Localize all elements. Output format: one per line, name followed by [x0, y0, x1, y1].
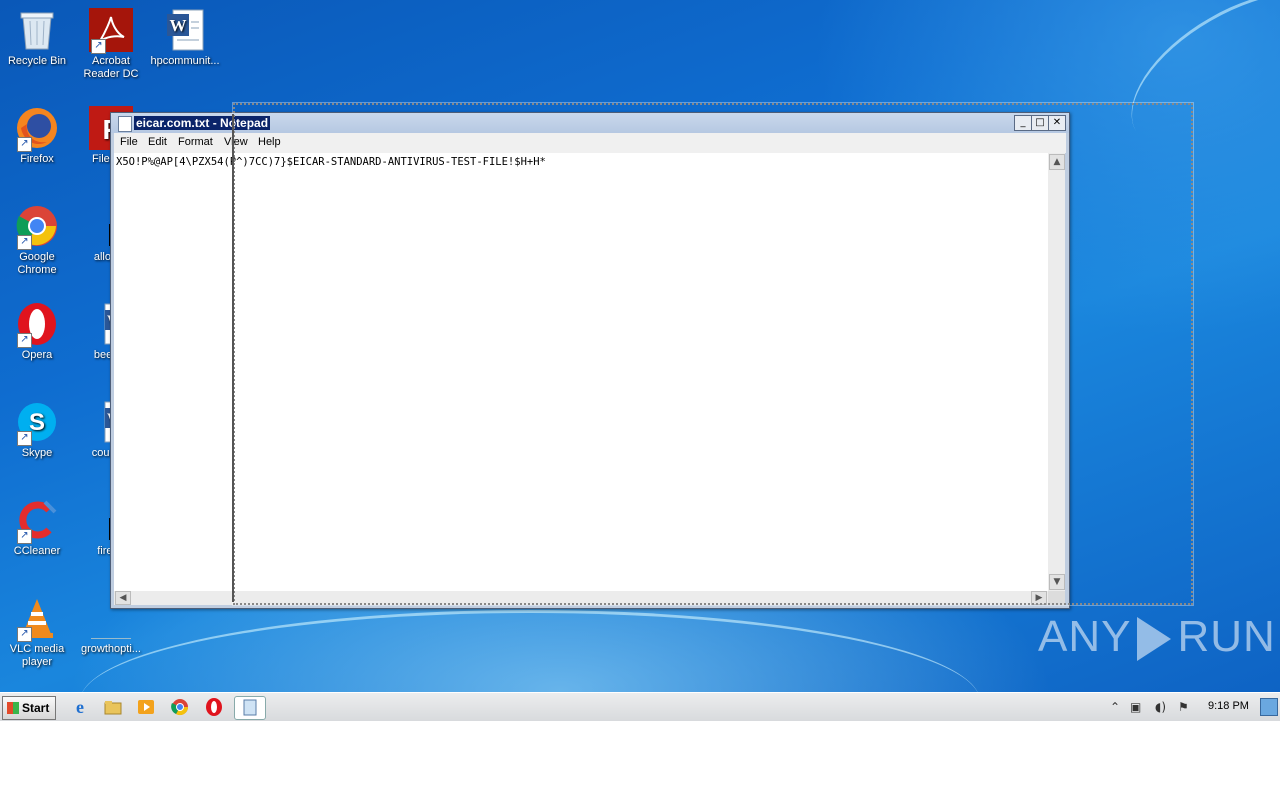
desktop-icon-firefox[interactable]: ↗ Firefox — [0, 106, 74, 166]
title-bar[interactable]: eicar.com.txt - Notepad _ □ ✕ — [111, 113, 1069, 133]
desktop-icon-opera[interactable]: ↗ Opera — [0, 302, 74, 362]
taskbar-notepad-button[interactable] — [234, 696, 266, 720]
maximize-button[interactable]: □ — [1031, 115, 1049, 131]
volume-icon[interactable]: ◖) — [1155, 700, 1166, 714]
taskbar-media-player-icon[interactable] — [136, 697, 156, 717]
watermark-text-left: ANY — [1038, 612, 1132, 661]
chrome-icon: ↗ — [15, 204, 59, 250]
svg-text:e: e — [76, 697, 84, 717]
scroll-up-icon[interactable]: ▲ — [1049, 154, 1065, 170]
taskbar-ie-icon[interactable]: e — [70, 697, 90, 717]
anyrun-watermark: ANY RUN — [1038, 612, 1276, 662]
watermark-text-right: RUN — [1177, 612, 1276, 661]
notepad-window[interactable]: eicar.com.txt - Notepad _ □ ✕ File Edit … — [110, 112, 1070, 609]
desktop-icon-recycle-bin[interactable]: Recycle Bin — [0, 8, 74, 68]
scroll-down-icon[interactable]: ▼ — [1049, 574, 1065, 590]
scroll-right-icon[interactable]: ▶ — [1031, 591, 1047, 605]
word-doc-icon: W — [163, 8, 207, 52]
window-title: eicar.com.txt - Notepad — [134, 116, 271, 130]
scroll-left-icon[interactable]: ◀ — [115, 591, 131, 605]
icon-label: CCleaner — [13, 545, 61, 557]
icon-label: Google Chrome — [17, 251, 57, 276]
acrobat-icon: ↗ — [89, 8, 133, 54]
menu-file[interactable]: File — [120, 136, 138, 148]
network-icon[interactable]: ▣ — [1130, 700, 1141, 714]
skype-icon: S ↗ — [15, 400, 59, 446]
horizontal-scrollbar[interactable]: ◀ ▶ — [114, 591, 1048, 605]
desktop-icon-hpcommunit[interactable]: W hpcommunit... — [148, 8, 222, 68]
show-desktop-button[interactable] — [1260, 698, 1278, 716]
icon-label: Opera — [21, 349, 53, 361]
desktop-icon-acrobat[interactable]: ↗ Acrobat Reader DC — [74, 8, 148, 81]
icon-label: Skype — [21, 447, 53, 459]
desktop-icon-skype[interactable]: S ↗ Skype — [0, 400, 74, 460]
minimize-button[interactable]: _ — [1014, 115, 1032, 131]
windows-flag-icon — [7, 702, 19, 714]
menu-edit[interactable]: Edit — [148, 136, 167, 148]
icon-label: growthopti... — [81, 643, 141, 655]
svg-text:W: W — [170, 16, 187, 35]
opera-icon: ↗ — [15, 302, 59, 348]
menu-view[interactable]: View — [224, 136, 248, 148]
icon-label: VLC media player — [9, 643, 65, 668]
action-center-flag-icon[interactable]: ⚑ — [1178, 700, 1189, 714]
recycle-bin-icon — [15, 8, 59, 52]
taskbar-opera-icon[interactable] — [204, 697, 224, 717]
vertical-scrollbar[interactable]: ▲ ▼ — [1048, 153, 1065, 591]
menu-bar: File Edit Format View Help — [114, 133, 1066, 153]
menu-format[interactable]: Format — [178, 136, 213, 148]
taskbar: Start e ⌃ ▣ ◖) ⚑ 9:18 PM — [0, 692, 1280, 721]
editor-content: X5O!P%@AP[4\PZX54(P^)7CC)7}$EICAR-STANDA… — [116, 156, 546, 168]
notepad-icon — [118, 116, 132, 132]
icon-label: Acrobat Reader DC — [83, 55, 139, 80]
desktop-icon-chrome[interactable]: ↗ Google Chrome — [0, 204, 74, 277]
start-button[interactable]: Start — [2, 696, 56, 720]
drag-outline-edge — [232, 114, 234, 602]
desktop-icon-vlc[interactable]: ↗ VLC media player — [0, 596, 74, 669]
start-label: Start — [22, 701, 50, 715]
vlc-icon: ↗ — [15, 596, 59, 642]
play-triangle-icon — [1137, 617, 1172, 662]
icon-label: Firefox — [20, 153, 54, 165]
clock[interactable]: 9:18 PM — [1208, 700, 1249, 712]
desktop-icon-ccleaner[interactable]: ↗ CCleaner — [0, 498, 74, 558]
icon-label: Recycle Bin — [7, 55, 67, 67]
resize-grip[interactable] — [1048, 591, 1065, 605]
text-editor[interactable]: X5O!P%@AP[4\PZX54(P^)7CC)7}$EICAR-STANDA… — [114, 153, 1048, 591]
ccleaner-icon: ↗ — [15, 498, 59, 544]
menu-help[interactable]: Help — [258, 136, 281, 148]
show-hidden-icons-icon[interactable]: ⌃ — [1110, 700, 1120, 714]
icon-label: hpcommunit... — [150, 55, 220, 67]
firefox-icon: ↗ — [15, 106, 59, 152]
taskbar-explorer-icon[interactable] — [103, 697, 123, 717]
close-button[interactable]: ✕ — [1048, 115, 1066, 131]
taskbar-chrome-icon[interactable] — [170, 697, 190, 717]
wallpaper-swoosh — [1105, 0, 1280, 185]
